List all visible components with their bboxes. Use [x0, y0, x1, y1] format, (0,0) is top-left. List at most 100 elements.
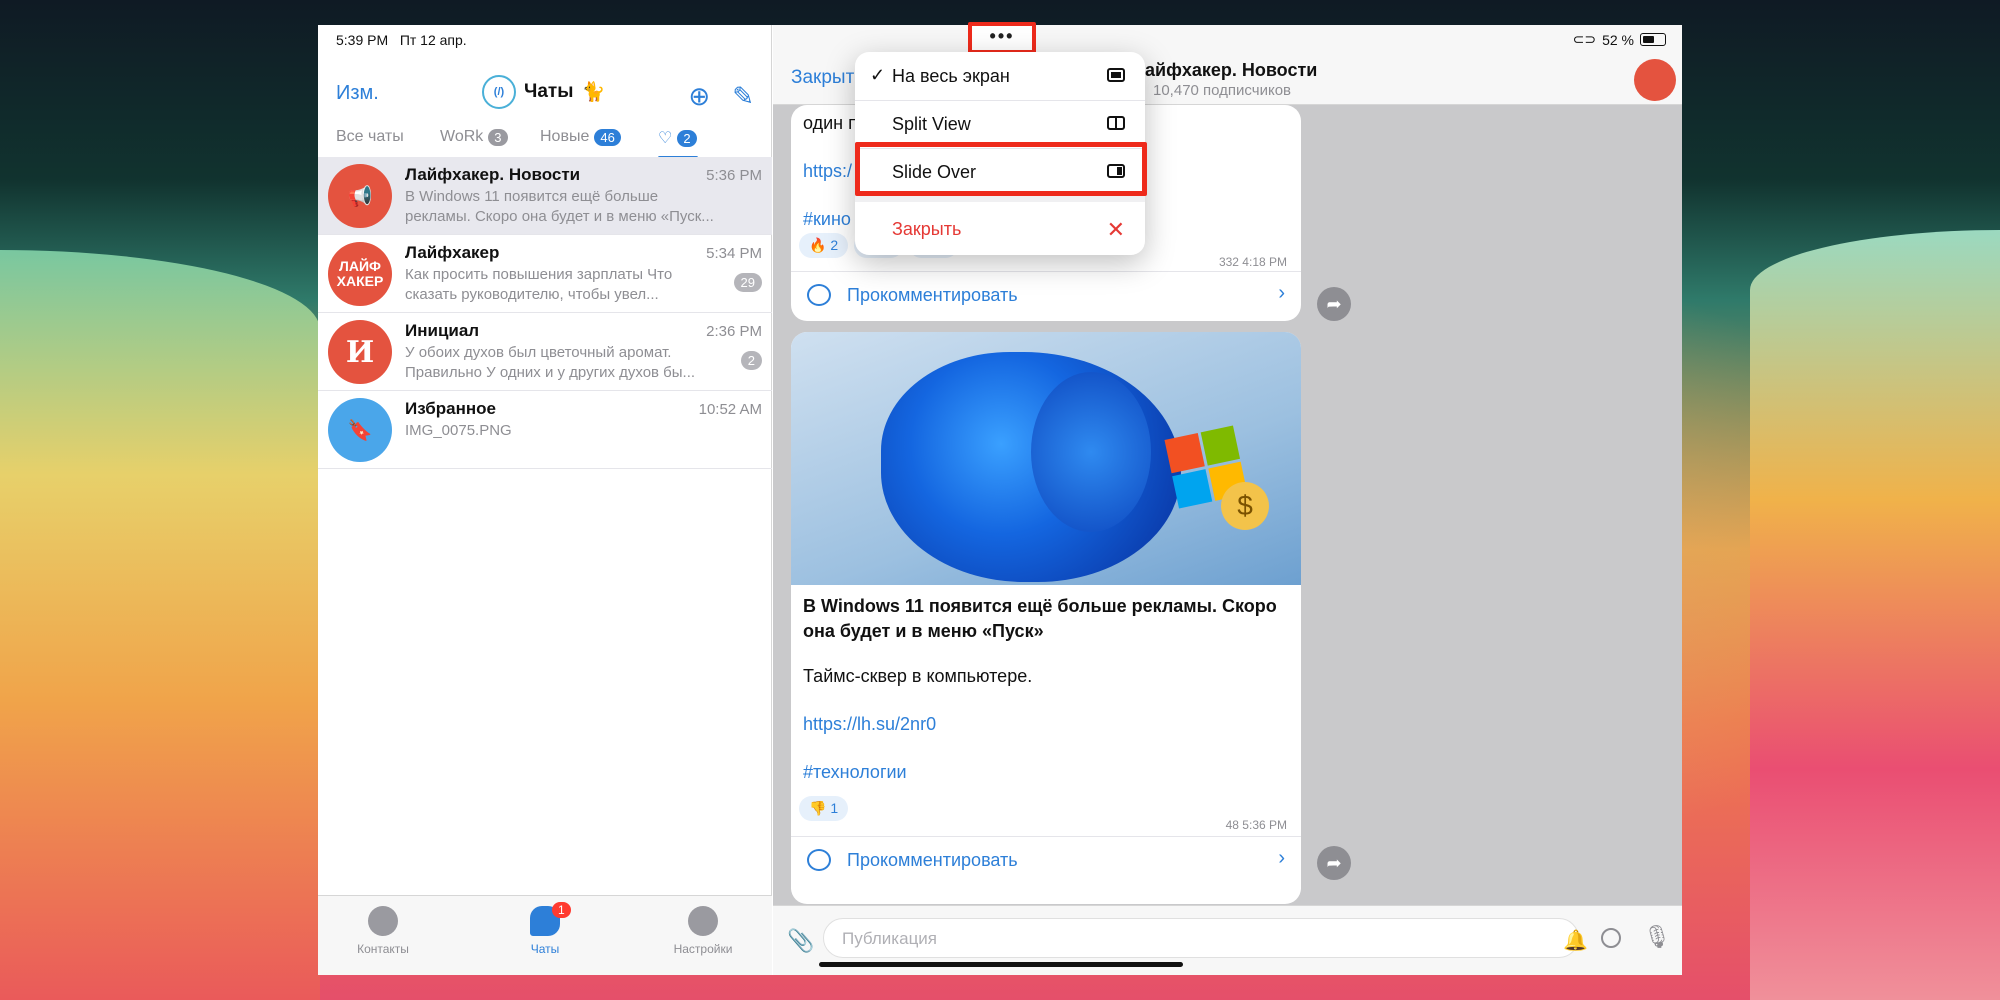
chat-list: 📢 Лайфхакер. Новости 5:36 PM В Windows 1…	[318, 157, 772, 469]
post-title: В Windows 11 появится ещё больше рекламы…	[803, 596, 1277, 641]
comment-button[interactable]: Прокомментировать ›	[791, 836, 1301, 884]
multitasking-dots-button[interactable]: •••	[968, 22, 1036, 54]
post-meta: 48 5:36 PM	[1225, 818, 1287, 832]
unread-badge: 29	[733, 273, 762, 292]
tab-new-count: 46	[594, 128, 621, 146]
post-hashtag[interactable]: #технологии	[803, 762, 907, 783]
chat-list-pane: 5:39 PM Пт 12 апр. Изм. (/) Чаты 🐈 ⊕ ✎ В…	[318, 25, 772, 975]
post-link[interactable]: https://lh.su/2nr0	[803, 714, 936, 735]
post-text: Таймс-сквер в компьютере.	[803, 666, 1033, 686]
edit-button[interactable]: Изм.	[336, 82, 379, 105]
reaction-fire[interactable]: 🔥 2	[799, 233, 849, 258]
home-indicator	[819, 962, 1183, 967]
chat-time: 5:34 PM	[706, 245, 762, 262]
post-tag-fragment[interactable]: #кино	[803, 209, 851, 230]
chat-name: Инициал	[405, 321, 480, 340]
chats-title: (/) Чаты 🐈	[482, 75, 605, 109]
tab-chats[interactable]: 1 Чаты	[490, 902, 600, 956]
battery-percent: 52 %	[1602, 31, 1634, 48]
tab-work[interactable]: WoRk 3	[440, 128, 508, 146]
tab-work-count: 3	[488, 128, 508, 146]
chevron-right-icon: ›	[1278, 282, 1285, 304]
money-bag-icon: $	[1221, 482, 1269, 530]
post-link-fragment[interactable]: https:/	[803, 161, 852, 182]
menu-item-fullscreen[interactable]: ✓ На весь экран	[855, 52, 1145, 100]
reaction-thumbs-down[interactable]: 👎 1	[799, 796, 849, 821]
forward-button[interactable]: ➦	[1317, 846, 1351, 880]
chat-row-initial[interactable]: И Инициал 2:36 PM У обоих духов был цвет…	[318, 313, 772, 391]
fullscreen-icon	[1107, 68, 1125, 82]
new-story-icon[interactable]: ⊕	[688, 81, 710, 112]
heart-icon: ♡	[658, 130, 673, 147]
bottom-tab-bar: Контакты 1 Чаты Настройки	[318, 895, 772, 975]
chat-preview: Как просить повышения зарплаты Что сказа…	[405, 266, 673, 303]
channel-avatar[interactable]	[1634, 59, 1676, 101]
wallpaper-left	[0, 250, 320, 1000]
chat-time: 10:52 AM	[698, 401, 762, 418]
tab-new[interactable]: Новые 46	[540, 128, 621, 146]
cat-emoji-icon: 🐈	[581, 82, 606, 103]
chat-name: Лайфхакер. Новости	[405, 165, 581, 184]
chat-list-header: Изм. (/) Чаты 🐈 ⊕ ✎	[318, 65, 772, 115]
avatar: И	[328, 320, 392, 384]
post-windows: $ В Windows 11 появится ещё больше рекла…	[791, 332, 1301, 904]
tab-favorites-count: 2	[677, 129, 697, 147]
tab-contacts[interactable]: Контакты	[328, 906, 438, 956]
slide-over-highlight	[855, 142, 1147, 196]
chat-preview: У обоих духов был цветочный аромат. Прав…	[405, 344, 696, 381]
split-view-icon	[1107, 116, 1125, 130]
attach-icon[interactable]: 📎	[787, 928, 814, 954]
status-bar-right: ⊂⊃ 52 %	[773, 25, 1682, 53]
unread-badge: 2	[740, 351, 762, 370]
chat-time: 5:36 PM	[706, 167, 762, 184]
link-icon: ⊂⊃	[1572, 31, 1597, 47]
avatar: ЛАЙФ ХАКЕР	[328, 242, 392, 306]
bell-icon[interactable]: 🔔	[1563, 928, 1588, 953]
chat-name: Лайфхакер	[405, 243, 500, 262]
chat-row-saved[interactable]: 🔖 Избранное 10:52 AM IMG_0075.PNG	[318, 391, 772, 469]
battery-icon	[1640, 33, 1666, 46]
chat-preview: В Windows 11 появится ещё больше рекламы…	[405, 188, 714, 225]
menu-item-close[interactable]: Закрыть ✕	[855, 205, 1145, 253]
menu-item-split-view[interactable]: Split View	[855, 100, 1145, 148]
bookmark-icon: 🔖	[328, 398, 392, 462]
chevron-right-icon: ›	[1278, 847, 1285, 869]
person-icon	[368, 906, 398, 936]
post-text-fragment: один п	[803, 113, 858, 133]
header-actions: ⊕ ✎	[688, 81, 754, 112]
avatar: 📢	[328, 164, 392, 228]
tab-favorites[interactable]: ♡ 2	[658, 128, 697, 148]
forward-button[interactable]: ➦	[1317, 287, 1351, 321]
chat-name: Избранное	[405, 399, 496, 418]
comment-button[interactable]: Прокомментировать ›	[791, 271, 1301, 319]
compose-icon[interactable]: ✎	[732, 81, 754, 112]
chats-title-label: Чаты	[524, 81, 574, 102]
app-logo-icon: (/)	[482, 75, 516, 109]
windows-bloom-shape-2	[1031, 372, 1151, 532]
message-input-bar: 📎 Публикация 🔔 🎙	[773, 905, 1682, 975]
message-input[interactable]: Публикация	[823, 918, 1579, 958]
chat-row-lifehacker-news[interactable]: 📢 Лайфхакер. Новости 5:36 PM В Windows 1…	[318, 157, 772, 235]
chat-preview: IMG_0075.PNG	[405, 422, 512, 439]
status-right: ⊂⊃ 52 %	[1573, 31, 1666, 48]
tab-all-chats[interactable]: Все чаты	[336, 128, 404, 146]
reactions: 👎 1	[799, 796, 849, 821]
timer-icon[interactable]	[1601, 928, 1621, 948]
gear-icon	[688, 906, 718, 936]
microphone-icon[interactable]: 🎙	[1643, 924, 1671, 950]
status-bar: 5:39 PM Пт 12 апр.	[318, 25, 771, 53]
comment-icon	[807, 284, 831, 306]
chat-time: 2:36 PM	[706, 323, 762, 340]
post-image[interactable]: $	[791, 332, 1301, 585]
post-meta: 332 4:18 PM	[1218, 255, 1287, 269]
tab-settings[interactable]: Настройки	[648, 906, 758, 956]
status-time: 5:39 PM Пт 12 апр.	[336, 32, 467, 48]
channel-subscribers: 10,470 подписчиков	[1153, 82, 1292, 99]
close-channel-button[interactable]: Закрыть	[791, 67, 864, 89]
comment-icon	[807, 849, 831, 871]
wallpaper-right	[1750, 230, 2000, 1000]
chats-badge: 1	[552, 902, 571, 918]
channel-title[interactable]: айфхакер. Новости	[1145, 60, 1317, 81]
chat-row-lifehacker[interactable]: ЛАЙФ ХАКЕР Лайфхакер 5:34 PM Как просить…	[318, 235, 772, 313]
close-icon: ✕	[1106, 217, 1125, 242]
